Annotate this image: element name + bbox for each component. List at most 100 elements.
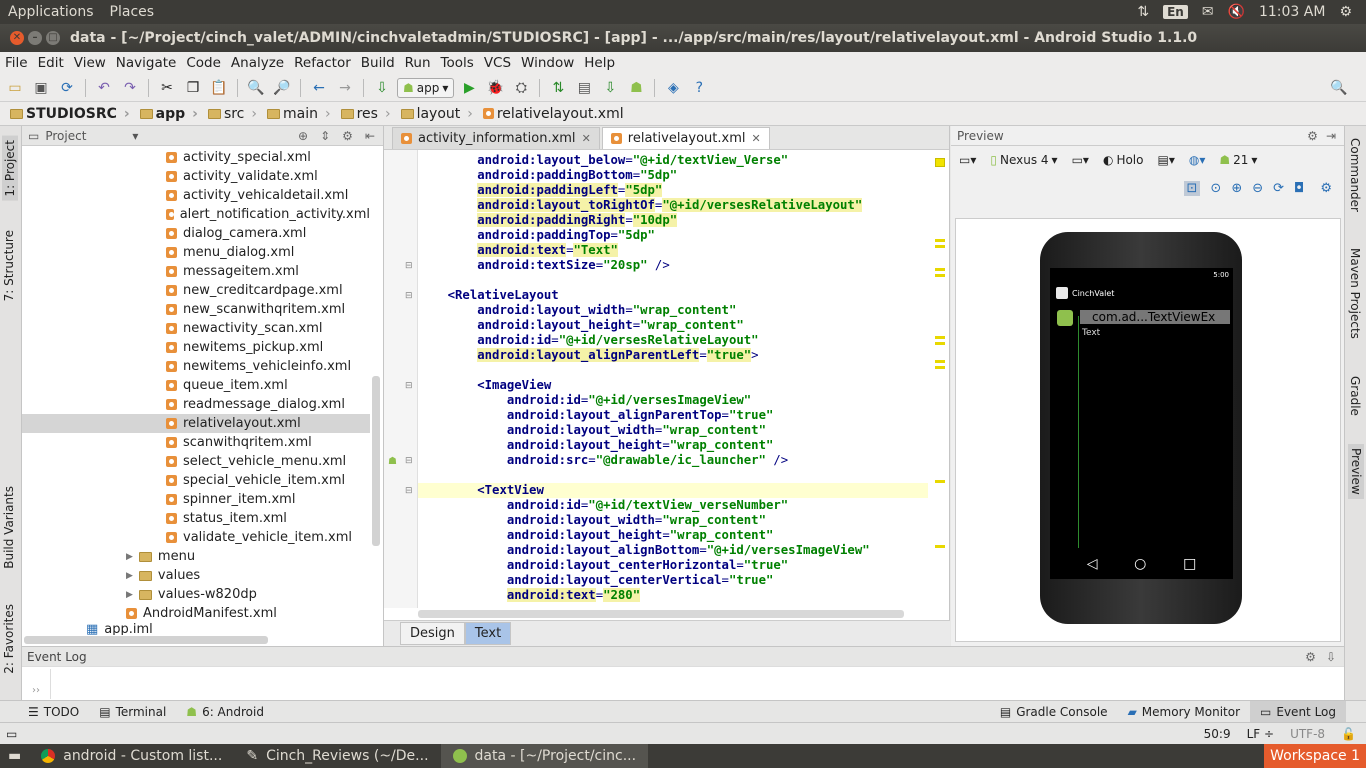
event-log-content[interactable] (50, 669, 1340, 699)
minimize-window-button[interactable]: – (28, 31, 42, 45)
toggle-tool-windows-icon[interactable]: ▭ (6, 727, 17, 741)
code-line[interactable]: android:paddingLeft="5dp" (418, 183, 928, 198)
caret-position[interactable]: 50:9 (1204, 727, 1231, 741)
fold-icon[interactable]: ⊟ (405, 456, 413, 466)
places-menu[interactable]: Places (102, 4, 163, 20)
project-tree-item[interactable]: spinner_item.xml (22, 490, 370, 509)
code-line[interactable]: android:id="@+id/textView_verseNumber" (418, 498, 928, 513)
project-tree-item[interactable]: queue_item.xml (22, 376, 370, 395)
code-editor[interactable]: android:layout_below="@+id/textView_Vers… (418, 153, 928, 608)
expand-arrow-icon[interactable]: ▶ (126, 571, 133, 581)
project-tree-item[interactable]: validate_vehicle_item.xml (22, 528, 370, 547)
copy-icon[interactable]: ❐ (182, 77, 204, 99)
replace-icon[interactable]: 🔎 (271, 77, 293, 99)
api-level-select[interactable]: ☗ 21 ▾ (1219, 153, 1257, 167)
fold-icon[interactable]: ⊟ (405, 381, 413, 391)
hide-panel-icon[interactable]: ⇩ (1326, 650, 1336, 664)
back-icon[interactable]: ← (308, 77, 330, 99)
device-select[interactable]: ▯ Nexus 4 ▾ (990, 153, 1057, 167)
code-line[interactable]: <RelativeLayout (418, 288, 928, 303)
project-tree-folder[interactable]: ▶ values (22, 566, 370, 585)
project-tree-item[interactable]: ▦ app.iml (22, 623, 370, 635)
event-log-tool-tab[interactable]: ▭ Event Log (1250, 700, 1346, 723)
sdk-manager-icon[interactable]: ⇩ (599, 77, 621, 99)
project-tree-item[interactable]: select_vehicle_menu.xml (22, 452, 370, 471)
code-line[interactable]: android:layout_width="wrap_content" (418, 513, 928, 528)
terminal-tool-tab[interactable]: ▤ Terminal (89, 701, 176, 723)
code-line[interactable]: android:paddingBottom="5dp" (418, 168, 928, 183)
orientation-icon[interactable]: ▭▾ (1072, 153, 1089, 167)
code-line[interactable]: android:paddingRight="10dp" (418, 213, 928, 228)
run-icon[interactable]: ▶ (458, 77, 480, 99)
code-line[interactable] (418, 363, 928, 378)
expand-arrow-icon[interactable]: ▶ (126, 590, 133, 600)
taskbar-item-editor[interactable]: ✎ Cinch_Reviews (~/De... (234, 744, 440, 768)
error-stripe[interactable] (933, 150, 947, 608)
code-line[interactable]: android:layout_centerVertical="true" (418, 573, 928, 588)
find-icon[interactable]: 🔍 (245, 77, 267, 99)
scroll-from-source-icon[interactable]: ⊕ (298, 129, 308, 143)
project-horizontal-scrollbar[interactable] (24, 636, 268, 644)
memory-monitor-tool-tab[interactable]: ▰ Memory Monitor (1118, 701, 1250, 723)
help-icon[interactable]: ? (688, 77, 710, 99)
breadcrumb-item[interactable]: relativelayout.xml (479, 106, 630, 122)
project-tree-item[interactable]: activity_vehicaldetail.xml (22, 186, 370, 205)
breadcrumb-item[interactable]: main › (263, 106, 337, 122)
clock[interactable]: 11:03 AM (1259, 4, 1325, 20)
preview-tool-tab[interactable]: Preview (1348, 444, 1364, 499)
expand-arrow-icon[interactable]: ▶ (126, 552, 133, 562)
maven-tool-tab[interactable]: Maven Projects (1348, 248, 1362, 339)
code-line[interactable]: android:paddingTop="5dp" (418, 228, 928, 243)
project-tree-item[interactable]: newactivity_scan.xml (22, 319, 370, 338)
android-resource-icon[interactable]: ☗ (388, 456, 397, 467)
project-tree-item[interactable]: new_scanwithqritem.xml (22, 300, 370, 319)
menu-tools[interactable]: Tools (436, 55, 479, 71)
menu-refactor[interactable]: Refactor (289, 55, 356, 71)
code-line[interactable]: <ImageView (418, 378, 928, 393)
code-line[interactable] (418, 468, 928, 483)
gradle-tool-tab[interactable]: Gradle (1348, 376, 1362, 416)
code-line[interactable]: android:layout_height="wrap_content" (418, 318, 928, 333)
code-line[interactable]: <TextView (418, 483, 928, 498)
show-desktop-icon[interactable]: ▬ (0, 748, 29, 764)
code-line[interactable]: android:layout_height="wrap_content" (418, 528, 928, 543)
maximize-window-button[interactable]: □ (46, 31, 60, 45)
code-line[interactable]: android:layout_centerHorizontal="true" (418, 558, 928, 573)
code-line[interactable]: android:layout_below="@+id/textView_Vers… (418, 153, 928, 168)
zoom-in-icon[interactable]: ⊕ (1231, 181, 1242, 196)
activity-select[interactable]: ▤▾ (1157, 153, 1174, 167)
project-tree-item[interactable]: activity_special.xml (22, 148, 370, 167)
menu-code[interactable]: Code (181, 55, 226, 71)
menu-build[interactable]: Build (356, 55, 400, 71)
open-folder-icon[interactable]: ▭ (4, 77, 26, 99)
code-line[interactable]: android:layout_alignParentLeft="true"> (418, 348, 928, 363)
project-tree-item[interactable]: relativelayout.xml (22, 414, 370, 433)
code-line[interactable]: android:layout_alignParentTop="true" (418, 408, 928, 423)
menu-analyze[interactable]: Analyze (226, 55, 289, 71)
project-tree-item[interactable]: dialog_camera.xml (22, 224, 370, 243)
close-tab-icon[interactable]: ✕ (751, 132, 760, 145)
zoom-actual-icon[interactable]: ⊙ (1210, 181, 1221, 196)
project-scrollbar[interactable] (372, 376, 380, 546)
commander-tool-tab[interactable]: Commander (1348, 138, 1362, 212)
theme-select[interactable]: ◐ Holo (1103, 153, 1144, 167)
collapse-all-icon[interactable]: ⇕ (320, 129, 330, 143)
gear-icon[interactable]: ⚙ (342, 129, 353, 143)
code-line[interactable]: android:src="@drawable/ic_launcher" /> (418, 453, 928, 468)
code-line[interactable]: android:id="@+id/versesImageView" (418, 393, 928, 408)
project-tree-folder[interactable]: ▶ menu (22, 547, 370, 566)
project-tree-item[interactable]: readmessage_dialog.xml (22, 395, 370, 414)
project-tool-tab[interactable]: 1: Project (2, 136, 18, 201)
breadcrumb-item[interactable]: layout › (397, 106, 479, 122)
run-configuration-select[interactable]: ☗ app ▾ (397, 77, 455, 98)
layers-icon[interactable]: ◈ (662, 77, 684, 99)
android-monitor-icon[interactable]: ☗ (625, 77, 647, 99)
forward-icon[interactable]: → (334, 77, 356, 99)
project-tree-item[interactable]: activity_validate.xml (22, 167, 370, 186)
menu-window[interactable]: Window (516, 55, 579, 71)
todo-tool-tab[interactable]: ☰ TODO (18, 701, 89, 723)
project-tree-item[interactable]: alert_notification_activity.xml (22, 205, 370, 224)
code-line[interactable]: android:id="@+id/versesRelativeLayout" (418, 333, 928, 348)
menu-navigate[interactable]: Navigate (111, 55, 182, 71)
project-tree-item[interactable]: newitems_vehicleinfo.xml (22, 357, 370, 376)
